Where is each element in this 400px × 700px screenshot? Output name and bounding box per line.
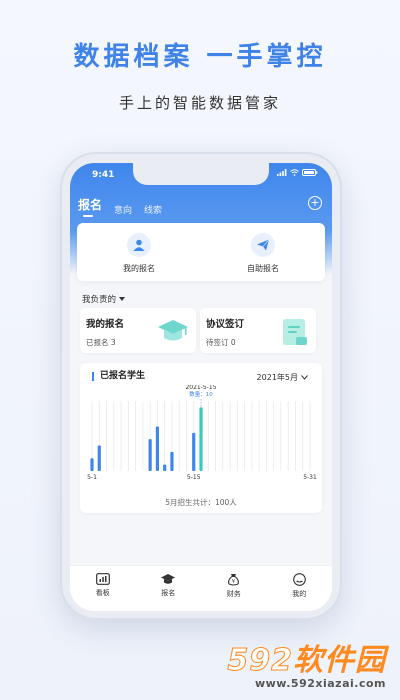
quick-actions-card: 我的报名 自助报名: [77, 223, 325, 281]
svg-text:¥: ¥: [232, 579, 235, 585]
phone-notch: [133, 163, 269, 185]
status-time: 9:41: [92, 170, 115, 180]
chart-bar[interactable]: [148, 439, 152, 471]
graduation-cap-icon: [156, 317, 190, 349]
phone-frame: 9:41 报名 意向 线索 + 我的报名 自助报名 我负责的 我的报名 已报名 …: [60, 152, 342, 620]
document-icon: [280, 317, 310, 351]
tooltip-value: 数量：10: [189, 390, 213, 398]
promo-title: 数据档案 一手掌控: [73, 42, 327, 72]
chart-bar[interactable]: [199, 407, 203, 471]
watermark-url: www.592xiazai.com: [254, 677, 386, 690]
bottom-tab-dashboard[interactable]: 看板: [70, 566, 136, 611]
quick-action-label: 自助报名: [247, 264, 279, 273]
add-circle-icon[interactable]: +: [308, 196, 322, 210]
month-label: 2021年5月: [256, 373, 298, 382]
bottom-tab-finance[interactable]: ¥ 财务: [201, 566, 267, 611]
user-icon: [127, 233, 151, 257]
chart-bar[interactable]: [163, 464, 167, 471]
phone-screen: 9:41 报名 意向 线索 + 我的报名 自助报名 我负责的 我的报名 已报名 …: [70, 163, 332, 611]
tab-signup[interactable]: 报名: [78, 196, 102, 217]
stat-card-my-signup[interactable]: 我的报名 已报名 3: [80, 308, 196, 353]
quick-action-self-signup[interactable]: 自助报名: [201, 223, 325, 281]
chart-bar[interactable]: [97, 445, 101, 471]
bottom-tab-label: 我的: [292, 590, 307, 598]
caret-down-icon: [119, 297, 126, 301]
signal-icon: [277, 169, 287, 176]
stat-card-agreement[interactable]: 协议签订 待签订 0: [200, 308, 316, 353]
quick-action-my-signup[interactable]: 我的报名: [77, 223, 201, 281]
x-tick-label: 5-1: [87, 474, 97, 481]
watermark-logo-number: 592: [227, 643, 293, 678]
scope-dropdown-label: 我负责的: [82, 295, 117, 305]
paper-plane-icon: [251, 233, 275, 257]
chart-bar[interactable]: [192, 432, 196, 471]
chart-bar[interactable]: [155, 426, 159, 471]
x-tick-label: 5-31: [303, 474, 317, 481]
bottom-tab-signup[interactable]: 报名: [136, 566, 202, 611]
tab-intention[interactable]: 意向: [114, 203, 132, 216]
promo-subtitle: 手上的智能数据管家: [118, 94, 281, 112]
money-bag-icon: ¥: [228, 574, 240, 586]
watermark-logo: 592软件园: [226, 643, 386, 678]
tooltip-date: 2021-5-15: [185, 385, 216, 391]
chart-card: 已报名学生 2021年5月 5-1 5-15 5-31 2021-5-15 数量：1…: [80, 363, 322, 513]
chart-bar[interactable]: [90, 458, 94, 471]
month-selector[interactable]: 2021年5月: [257, 372, 308, 383]
bottom-tab-label: 财务: [226, 590, 241, 598]
tab-leads[interactable]: 线索: [144, 203, 162, 216]
quick-action-label: 我的报名: [123, 264, 155, 273]
scope-dropdown[interactable]: 我负责的: [82, 293, 126, 305]
chart-footer: 5月招生共计：100人: [165, 498, 237, 507]
status-icons: [277, 169, 318, 176]
dashboard-icon: [95, 573, 110, 585]
watermark-logo-text: 软件园: [293, 643, 386, 678]
bottom-tab-bar: 看板 报名 ¥ 财务 我的: [70, 565, 332, 611]
bottom-tab-mine[interactable]: 我的: [267, 566, 333, 611]
chart-bar[interactable]: [170, 451, 174, 471]
wifi-icon: [290, 169, 299, 176]
chevron-down-icon: [301, 375, 308, 380]
battery-icon: [302, 169, 318, 176]
x-tick-label: 5-15: [187, 474, 201, 481]
graduation-cap-icon: [161, 574, 176, 584]
bar-chart: 5-1 5-15 5-31 2021-5-15 数量：10: [87, 385, 317, 481]
top-tabs: 报名 意向 线索: [78, 196, 162, 217]
bottom-tab-label: 报名: [161, 589, 176, 597]
chart-title: 已报名学生: [92, 372, 145, 381]
watermark: 592软件园 www.592xiazai.com: [226, 643, 386, 690]
bottom-tab-label: 看板: [95, 589, 110, 597]
profile-icon: [292, 573, 306, 586]
